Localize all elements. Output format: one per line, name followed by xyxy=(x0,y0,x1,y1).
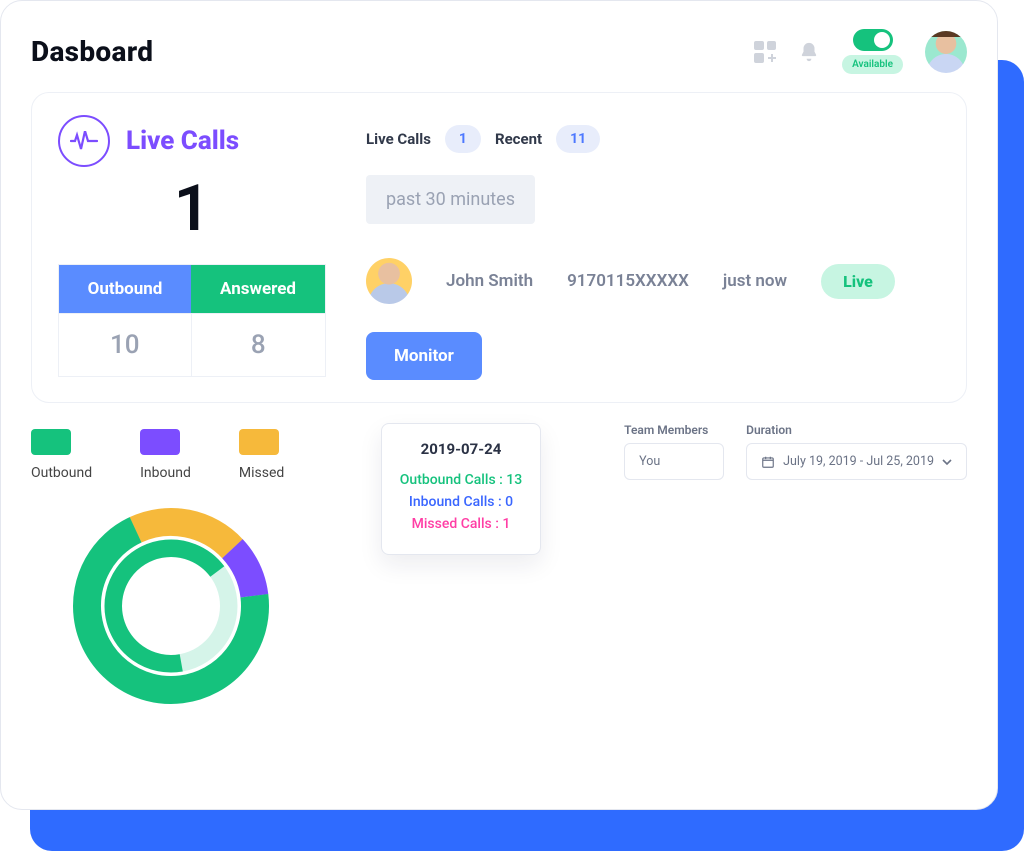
tooltip-date: 2019-07-24 xyxy=(396,440,526,458)
live-calls-card: Live Calls 1 Outbound Answered 10 8 Live… xyxy=(31,92,967,403)
recent-count-label: Recent xyxy=(495,130,542,148)
stats-table: Outbound Answered 10 8 xyxy=(58,264,326,377)
recent-count-pill: 11 xyxy=(556,125,600,153)
caller-avatar xyxy=(366,258,412,304)
duration-label: Duration xyxy=(746,423,967,437)
legend-swatch-outbound xyxy=(31,429,71,455)
duration-field: Duration July 19, 2019 - Jul 25, 2019 xyxy=(746,423,967,480)
availability-toggle[interactable] xyxy=(853,29,893,51)
legend-swatch-inbound xyxy=(140,429,180,455)
header: Dasboard Available xyxy=(31,29,967,74)
legend-label-outbound: Outbound xyxy=(31,465,92,481)
answered-header: Answered xyxy=(191,265,326,314)
page-title: Dasboard xyxy=(31,35,153,68)
pulse-icon xyxy=(58,115,110,167)
chevron-down-icon xyxy=(942,457,952,467)
team-members-select[interactable]: You xyxy=(624,443,724,480)
apps-grid-icon[interactable] xyxy=(754,41,776,63)
time-range-chip: past 30 minutes xyxy=(366,175,535,224)
outbound-header: Outbound xyxy=(59,265,192,314)
legend-swatch-missed xyxy=(239,429,279,455)
calls-trend-chart: 0153045602019-07-192019-07-202019-07-212… xyxy=(341,533,941,733)
legend-label-missed: Missed xyxy=(239,465,284,481)
chart-tooltip: 2019-07-24 Outbound Calls : 13 Inbound C… xyxy=(381,423,541,555)
chart-filters: Team Members You Duration July 19, 2019 … xyxy=(624,423,967,480)
notifications-icon[interactable] xyxy=(798,41,820,63)
header-actions: Available xyxy=(754,29,967,74)
live-count-label: Live Calls xyxy=(366,130,431,148)
active-call-row: John Smith 9170115XXXXX just now Live xyxy=(366,258,940,304)
outbound-value: 10 xyxy=(59,314,192,377)
call-time-ago: just now xyxy=(723,271,787,291)
monitor-button[interactable]: Monitor xyxy=(366,332,482,380)
caller-number: 9170115XXXXX xyxy=(567,271,689,291)
calendar-icon xyxy=(761,455,775,469)
legend: Outbound Inbound Missed xyxy=(31,429,311,481)
analytics-section: Outbound Inbound Missed xyxy=(31,429,967,737)
duration-select[interactable]: July 19, 2019 - Jul 25, 2019 xyxy=(746,443,967,480)
user-avatar[interactable] xyxy=(925,31,967,73)
live-calls-count: 1 xyxy=(58,171,326,246)
answered-value: 8 xyxy=(191,314,326,377)
live-count-pill: 1 xyxy=(445,125,481,153)
live-calls-title: Live Calls xyxy=(126,126,239,156)
caller-name: John Smith xyxy=(446,271,533,291)
team-members-field: Team Members You xyxy=(624,423,724,480)
tooltip-outbound: Outbound Calls : 13 xyxy=(396,472,526,488)
tooltip-inbound: Inbound Calls : 0 xyxy=(396,494,526,510)
call-status-chip: Live xyxy=(821,264,895,299)
donut-chart xyxy=(31,501,311,711)
availability-label: Available xyxy=(842,55,903,74)
legend-label-inbound: Inbound xyxy=(140,465,191,481)
team-members-label: Team Members xyxy=(624,423,724,437)
availability-status: Available xyxy=(842,29,903,74)
dashboard-panel: Dasboard Available Live Calls 1 xyxy=(0,0,998,810)
tooltip-missed: Missed Calls : 1 xyxy=(396,516,526,532)
